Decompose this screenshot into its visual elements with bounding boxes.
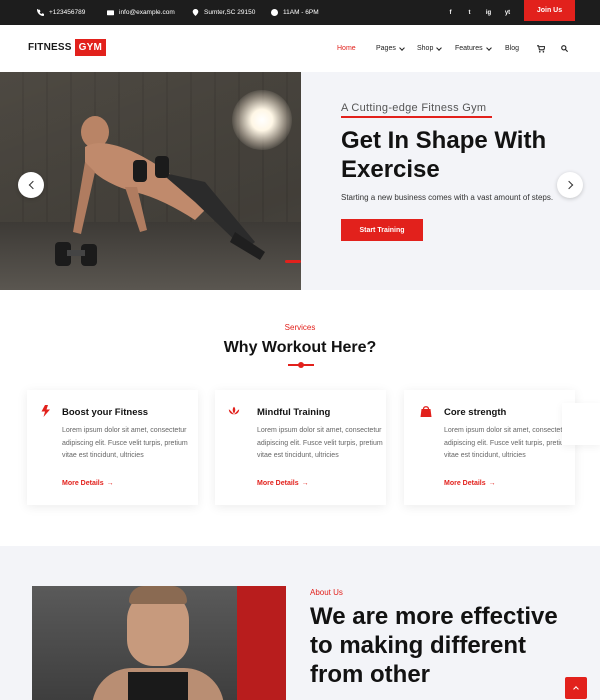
youtube-icon[interactable]: yt (498, 10, 517, 16)
about-image (32, 586, 286, 700)
phone-info[interactable]: +123456789 (37, 0, 85, 25)
phone-text: +123456789 (49, 9, 86, 16)
more-details-label: More Details (62, 480, 104, 487)
nav-label: Shop (417, 45, 434, 52)
about-section: About Us We are more effective to making… (0, 546, 600, 700)
nav-label: Blog (505, 45, 520, 52)
email-info[interactable]: info@example.com (107, 0, 175, 25)
service-card-title: Boost your Fitness (62, 407, 149, 418)
about-title: We are more effective to making differen… (310, 603, 558, 688)
lotus-icon (228, 406, 240, 415)
lightning-icon (41, 405, 50, 417)
service-card: Boost your Fitness Lorem ipsum dolor sit… (27, 390, 198, 505)
hero-image (0, 72, 301, 290)
chevron-down-icon (399, 44, 405, 51)
social-links: f t ig yt (441, 0, 517, 25)
address-info: Sumter,SC 29150 (192, 0, 255, 25)
scroll-to-top-button[interactable] (565, 677, 587, 699)
about-bg-panel (237, 586, 286, 700)
top-bar: +123456789 info@example.com Sumter,SC 29… (0, 0, 600, 25)
email-text: info@example.com (119, 9, 175, 16)
more-details-link[interactable]: More Details → (62, 480, 114, 487)
nav-item-pages[interactable]: Pages (376, 44, 405, 52)
hero-slider: A Cutting-edge Fitness Gym Get In Shape … (0, 72, 600, 290)
main-header: FITNESS GYM Home Pages Shop Features Blo… (0, 25, 600, 72)
service-card-title: Core strength (444, 407, 507, 418)
arrow-right-icon: → (301, 480, 309, 487)
chevron-down-icon (485, 44, 492, 51)
about-figure-tank (128, 672, 188, 700)
facebook-icon[interactable]: f (441, 10, 460, 16)
nav-label: Pages (376, 45, 396, 52)
service-card-text: Lorem ipsum dolor sit amet, consectetur … (257, 427, 383, 459)
slider-next-button[interactable] (557, 172, 583, 198)
chevron-down-icon (436, 44, 443, 51)
instagram-icon[interactable]: ig (479, 10, 498, 16)
offscreen-card-edge (562, 403, 600, 445)
nav-item-shop[interactable]: Shop (417, 44, 443, 52)
services-section: Services Why Workout Here? Boost your Fi… (0, 290, 600, 546)
slider-dot-active[interactable] (285, 260, 301, 263)
service-card-text: Lorem ipsum dolor sit amet, consectetur … (444, 427, 570, 459)
hours-info: 11AM - 6PM (271, 0, 319, 25)
nav-item-features[interactable]: Features (455, 44, 492, 52)
hero-subtitle-underline (341, 116, 492, 118)
about-figure-hair (129, 586, 187, 604)
services-title: Why Workout Here? (223, 339, 377, 356)
chevron-right-icon (564, 180, 573, 190)
bag-icon (420, 406, 432, 417)
more-details-label: More Details (257, 480, 299, 487)
main-nav: Home Pages Shop Features Blog (0, 25, 600, 72)
service-card-title: Mindful Training (257, 407, 331, 418)
more-details-label: More Details (444, 480, 486, 487)
hero-subtitle: A Cutting-edge Fitness Gym (341, 102, 487, 114)
athlete-figure (55, 116, 265, 266)
service-card-text: Lorem ipsum dolor sit amet, consectetur … (62, 427, 188, 459)
arrow-right-icon: → (106, 480, 114, 487)
cart-icon[interactable] (537, 44, 545, 53)
hours-text: 11AM - 6PM (283, 9, 319, 16)
search-icon[interactable] (561, 45, 568, 52)
address-text: Sumter,SC 29150 (204, 9, 256, 16)
more-details-link[interactable]: More Details → (444, 480, 496, 487)
service-card: Core strength Lorem ipsum dolor sit amet… (404, 390, 575, 505)
more-details-link[interactable]: More Details → (257, 480, 309, 487)
nav-item-blog[interactable]: Blog (505, 45, 519, 52)
services-label: Services (284, 323, 316, 332)
envelope-icon (107, 10, 114, 16)
hero-description: Starting a new business comes with a vas… (341, 193, 554, 202)
nav-item-home[interactable]: Home (337, 45, 356, 52)
start-training-button[interactable]: Start Training (341, 219, 423, 241)
slider-pagination (285, 260, 301, 263)
slider-prev-button[interactable] (18, 172, 44, 198)
nav-label: Features (455, 45, 483, 52)
phone-icon (37, 9, 44, 16)
arrow-right-icon: → (488, 480, 496, 487)
section-divider (288, 362, 314, 368)
join-us-button[interactable]: Join Us (524, 0, 575, 21)
nav-label: Home (337, 45, 356, 52)
service-card: Mindful Training Lorem ipsum dolor sit a… (215, 390, 386, 505)
about-label: About Us (310, 588, 343, 597)
chevron-up-icon (573, 686, 579, 692)
hero-title: Get In Shape With Exercise (341, 127, 547, 183)
map-pin-icon (192, 9, 199, 16)
clock-icon (271, 9, 278, 16)
twitter-icon[interactable]: t (460, 10, 479, 16)
chevron-left-icon (28, 180, 37, 190)
